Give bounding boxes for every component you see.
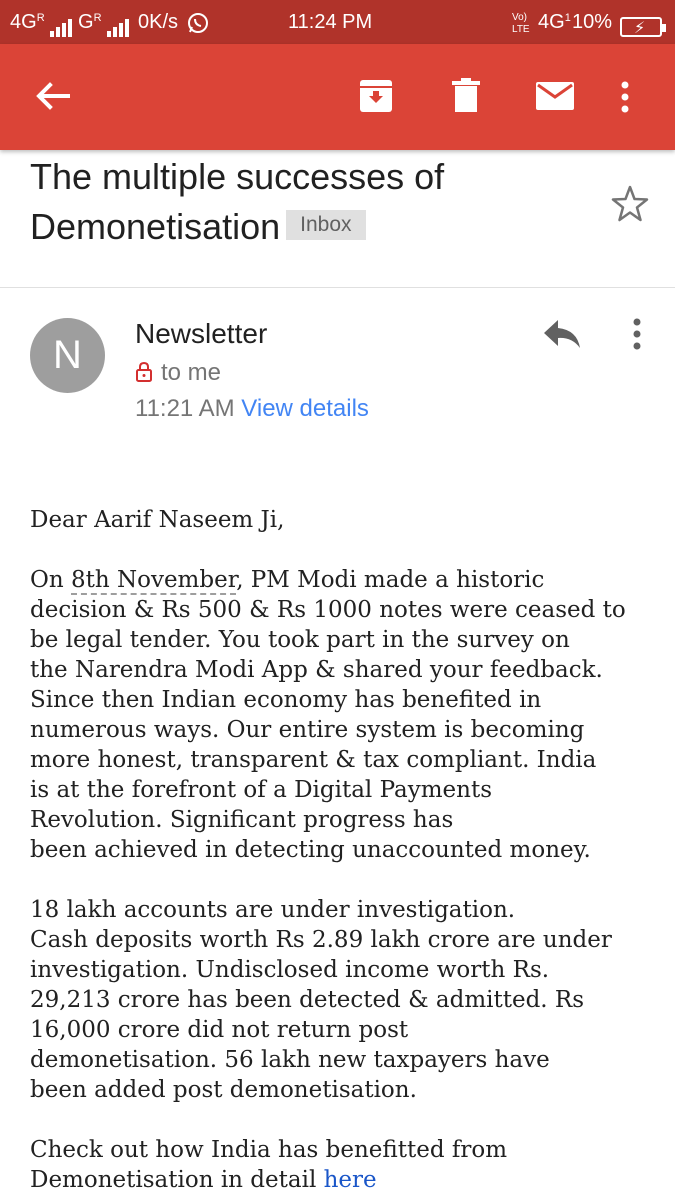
inbox-label[interactable]: Inbox — [286, 210, 366, 241]
sender-avatar[interactable]: N — [30, 318, 105, 393]
email-subject: The multiple successes of Demonetisation… — [30, 152, 590, 252]
greeting: Dear Aarif Naseem Ji, — [30, 507, 285, 533]
signal-strength-icon — [107, 9, 131, 37]
lock-icon — [135, 361, 153, 383]
body-line: 16,000 crore did not return post — [30, 1017, 409, 1043]
body-line: 18 lakh accounts are under investigation… — [30, 897, 516, 923]
star-icon[interactable] — [608, 182, 652, 226]
body-line: 29,213 crore has been detected & admitte… — [30, 987, 585, 1013]
body-line: Check out how India has benefitted from — [30, 1137, 508, 1163]
body-line: is at the forefront of a Digital Payment… — [30, 777, 493, 803]
body-line: investigation. Undisclosed income worth … — [30, 957, 550, 983]
date-link[interactable]: 8th November — [70, 567, 237, 595]
here-link[interactable]: here — [324, 1167, 377, 1193]
paragraph-1: On 8th November, PM Modi made a historic… — [30, 565, 660, 865]
battery-percent: 10% — [572, 11, 613, 33]
trash-icon[interactable] — [442, 72, 490, 120]
paragraph-3: Check out how India has benefitted from … — [30, 1135, 660, 1195]
subject-line-2: Demonetisation — [30, 206, 281, 247]
body-line: the Narendra Modi App & shared your feed… — [30, 657, 603, 683]
body-line: Cash deposits worth Rs 2.89 lakh crore a… — [30, 927, 612, 953]
signal-sim2: GR — [78, 8, 131, 37]
signal-sim1: 4GR — [10, 8, 74, 37]
back-arrow-icon[interactable] — [28, 72, 76, 120]
body-line: numerous ways. Our entire system is beco… — [30, 717, 585, 743]
sender-name: Newsletter — [135, 318, 268, 349]
signal-strength-icon — [50, 9, 74, 37]
network-speed: 0K/s — [138, 11, 179, 33]
whatsapp-icon — [186, 8, 210, 36]
volte-indicator: Vo) LTE — [512, 12, 530, 35]
battery-icon: ⚡ — [620, 12, 666, 40]
recipient-text: to me — [161, 359, 222, 386]
body-line: Revolution. Significant progress has — [30, 807, 454, 833]
divider — [0, 287, 675, 288]
body-line: been achieved in detecting unaccounted m… — [30, 837, 591, 863]
received-time: 11:21 AM — [135, 395, 235, 422]
recipient-line[interactable]: to me — [135, 359, 221, 387]
archive-icon[interactable] — [352, 72, 400, 120]
body-line: be legal tender. You took part in the su… — [30, 627, 570, 653]
more-vert-icon[interactable] — [610, 72, 640, 120]
mail-icon[interactable] — [531, 72, 579, 120]
email-body: Dear Aarif Naseem Ji, On 8th November, P… — [30, 505, 660, 1200]
body-line: decision & Rs 500 & Rs 1000 notes were c… — [30, 597, 626, 623]
subject-line-1: The multiple successes of — [30, 156, 445, 197]
body-line: been added post demonetisation. — [30, 1077, 417, 1103]
clock: 11:24 PM — [288, 11, 373, 33]
app-toolbar — [0, 44, 675, 150]
body-line: Demonetisation in detail here — [30, 1167, 377, 1193]
reply-icon[interactable] — [540, 316, 584, 352]
body-line: more honest, transparent & tax compliant… — [30, 747, 597, 773]
body-line: On 8th November, PM Modi made a historic — [30, 567, 545, 595]
body-line: Since then Indian economy has benefited … — [30, 687, 542, 713]
status-bar: 4GR GR 0K/s 11:24 PM Vo) LTE 4G1 10% ⚡ — [0, 0, 675, 44]
more-vert-icon[interactable] — [622, 316, 652, 352]
network-4g: 4G1 — [538, 11, 571, 33]
paragraph-2: 18 lakh accounts are under investigation… — [30, 895, 660, 1105]
body-line: demonetisation. 56 lakh new taxpayers ha… — [30, 1047, 550, 1073]
time-line: 11:21 AM View details — [135, 395, 369, 423]
view-details-link[interactable]: View details — [241, 395, 369, 422]
